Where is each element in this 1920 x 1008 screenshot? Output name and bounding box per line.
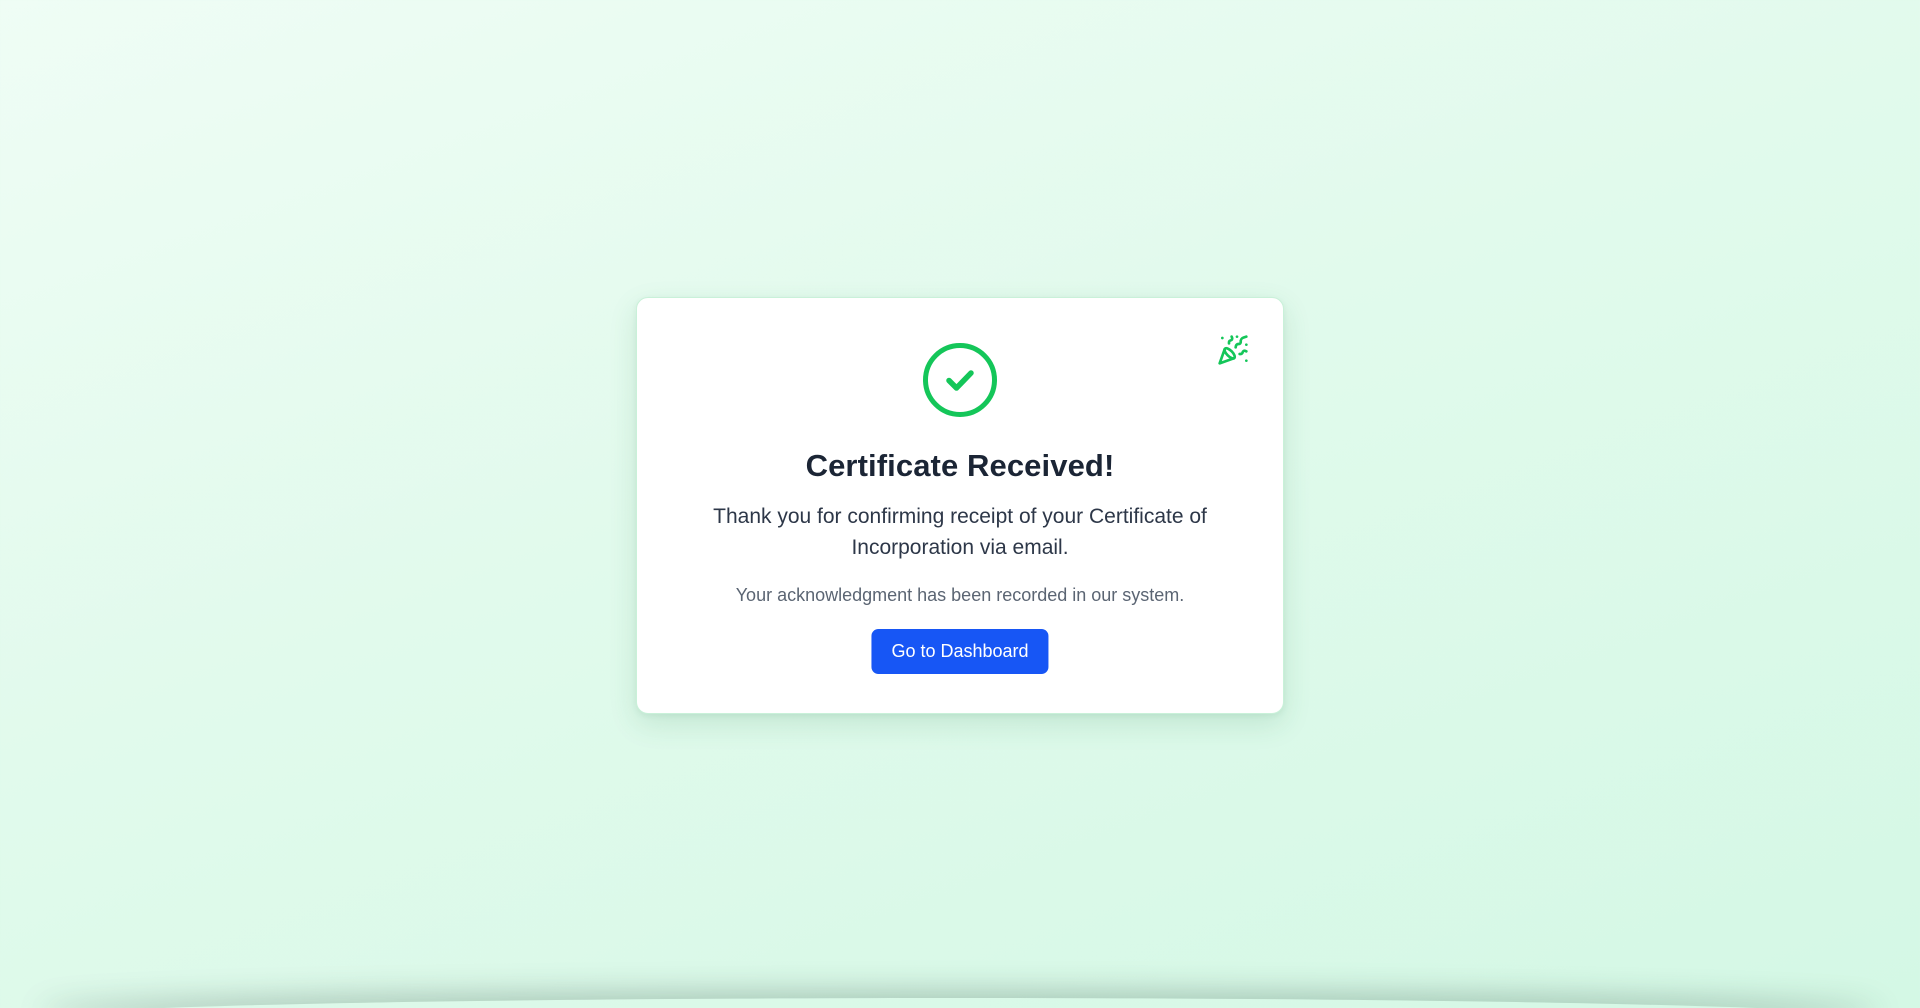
confirmation-title: Certificate Received! — [805, 448, 1115, 483]
page-background: Certificate Received! Thank you for conf… — [0, 0, 1920, 1008]
confirmation-card: Certificate Received! Thank you for conf… — [636, 297, 1284, 714]
check-circle-icon — [923, 343, 997, 417]
party-popper-icon — [1218, 335, 1248, 365]
go-to-dashboard-button[interactable]: Go to Dashboard — [871, 629, 1049, 674]
confirmation-message: Thank you for confirming receipt of your… — [713, 505, 1207, 559]
acknowledgment-note: Your acknowledgment has been recorded in… — [735, 585, 1185, 605]
bottom-edge-shadow — [40, 998, 1880, 1008]
